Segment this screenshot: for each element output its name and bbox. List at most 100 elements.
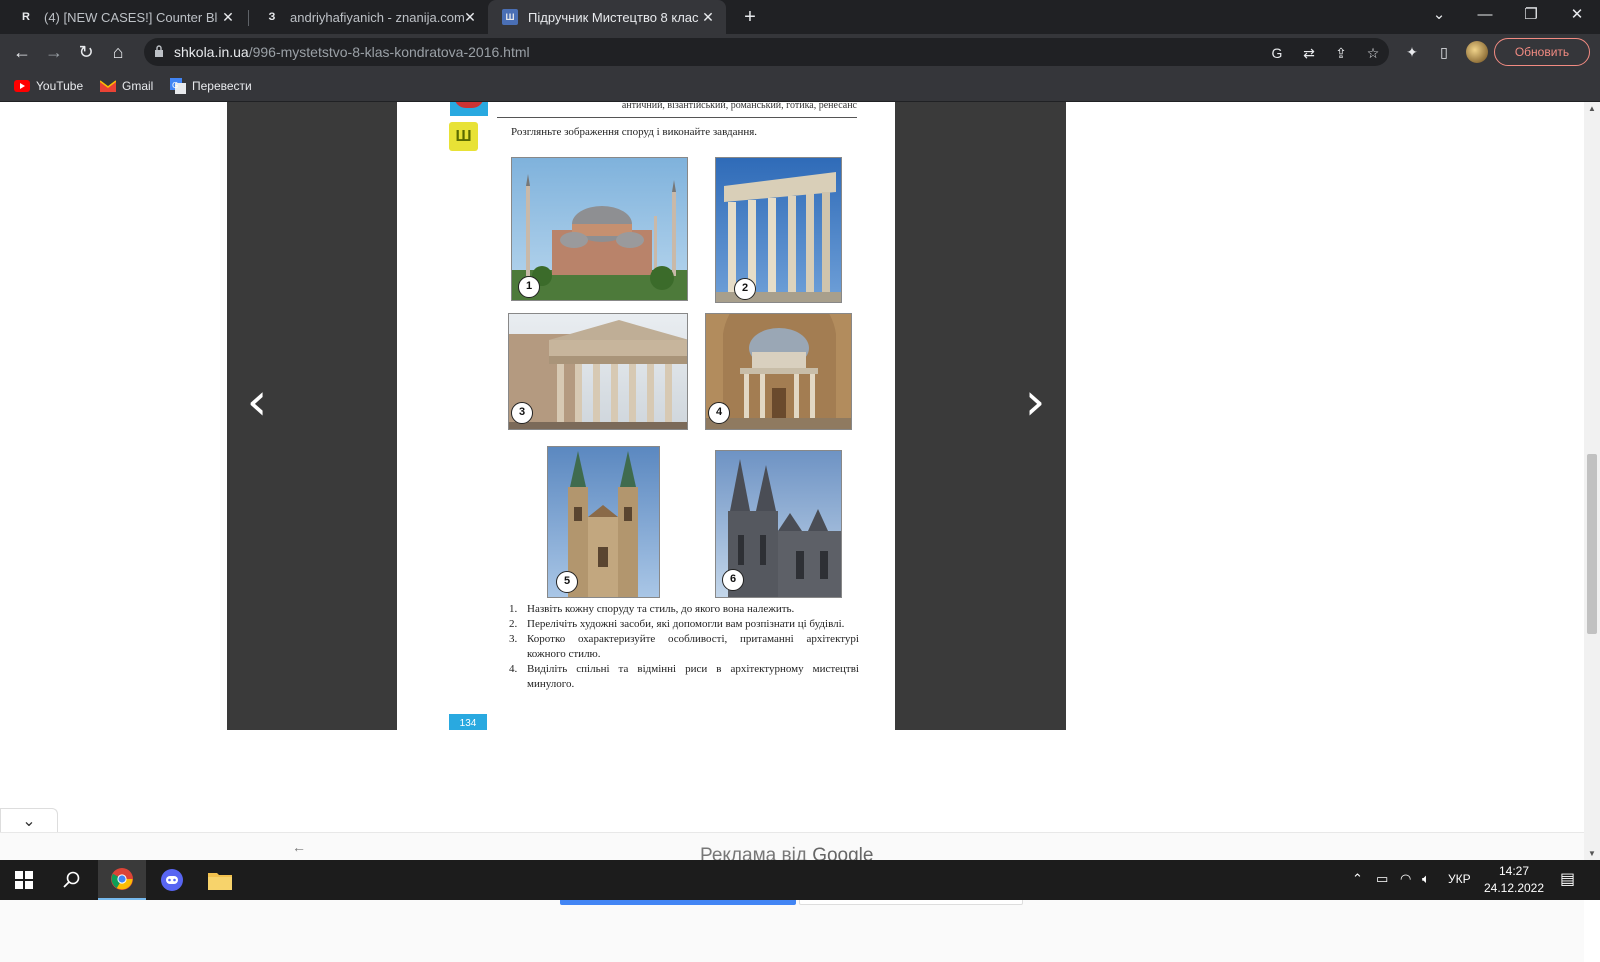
profile-avatar[interactable] (1466, 41, 1488, 63)
home-button[interactable]: ⌂ (106, 40, 130, 64)
close-icon[interactable]: ✕ (220, 9, 236, 25)
photo-cologne-cathedral: 6 (715, 450, 842, 598)
bookmark-star-icon[interactable]: ☆ (1364, 44, 1382, 62)
next-page-arrow[interactable]: › (1015, 372, 1055, 432)
bookmark-youtube[interactable]: YouTube (14, 76, 83, 96)
side-panel-icon[interactable]: ▯ (1434, 42, 1454, 62)
monument-icon: Ш (449, 122, 478, 151)
textbook-page: античний, візантійський, романський, гот… (397, 102, 895, 730)
chrome-icon (111, 868, 133, 890)
photo-number: 3 (511, 402, 533, 424)
bookmark-label: Перевести (192, 79, 252, 93)
clock[interactable]: 14:27 24.12.2022 (1480, 863, 1548, 897)
tab-strip: R (4) [NEW CASES!] Counter Blox: R ✕ З a… (0, 0, 1600, 34)
taskbar-chrome[interactable] (98, 860, 146, 900)
tab-separator (248, 10, 249, 26)
header-rule (497, 117, 857, 118)
collapse-ad-button[interactable]: ⌄ (0, 808, 58, 834)
header-text: античний, візантійський, романський, гот… (621, 102, 857, 111)
instruction-text: Розгляньте зображення споруд і виконайте… (511, 126, 758, 138)
photo-number: 5 (556, 571, 578, 593)
hagia-sophia-image (512, 174, 687, 300)
book-viewer: ‹ › античний, візантійський, романський,… (227, 102, 1066, 730)
back-button[interactable]: ← (10, 40, 34, 64)
new-tab-button[interactable]: + (738, 5, 762, 29)
svg-text:G: G (172, 81, 178, 90)
task-item: 2. Перелічіть художні засоби, які допомог… (509, 618, 845, 630)
tab-counter-blox[interactable]: R (4) [NEW CASES!] Counter Blox: R ✕ (4, 0, 246, 34)
youtube-icon (14, 78, 30, 94)
shkola-icon: Ш (502, 9, 518, 25)
clock-date: 24.12.2022 (1483, 881, 1545, 895)
forward-button[interactable]: → (42, 40, 66, 64)
pantheon-image (509, 320, 687, 429)
page-number: 134 (449, 714, 487, 730)
extensions-icon[interactable]: ✦ (1402, 42, 1422, 62)
start-button[interactable] (0, 860, 48, 900)
task-item: 1. Назвіть кожну споруду та стиль, до яко… (509, 603, 795, 615)
taskbar-file-explorer[interactable] (196, 860, 244, 900)
minimize-button[interactable]: — (1462, 0, 1508, 34)
photo-number: 1 (518, 276, 540, 298)
tab-title: Підручник Мистецтво 8 клас Ко (528, 9, 702, 25)
translate-icon[interactable]: ⇄ (1300, 44, 1318, 62)
google-lens-icon[interactable]: G (1268, 44, 1286, 62)
scroll-down-icon[interactable]: ▼ (1588, 849, 1596, 858)
photo-hagia-sophia: 1 (511, 157, 688, 301)
language-indicator[interactable]: УКР (1448, 872, 1471, 886)
search-icon (63, 871, 80, 888)
battery-icon[interactable]: ▭ (1376, 871, 1388, 887)
close-window-button[interactable]: ✕ (1554, 0, 1600, 34)
znanija-icon: З (268, 11, 276, 23)
previous-page-arrow[interactable]: ‹ (237, 372, 277, 432)
scroll-up-icon[interactable]: ▲ (1588, 104, 1596, 113)
chapter-badge (450, 102, 488, 116)
windows-taskbar: ⌃ ▭ ◠ 🔈︎ УКР 14:27 24.12.2022 ▤ (0, 860, 1600, 900)
reload-button[interactable]: ↻ (74, 40, 98, 64)
task-list: 1. Назвіть кожну споруду та стиль, до яко… (509, 602, 859, 692)
web-content: ‹ › античний, візантійський, романський,… (0, 102, 1584, 962)
share-icon[interactable]: ⇪ (1332, 44, 1350, 62)
tab-search-button[interactable]: ⌄ (1416, 0, 1462, 34)
photo-number: 2 (734, 278, 756, 300)
folder-icon (208, 873, 232, 890)
tab-znanija[interactable]: З andriyhafiyanich - znanija.com ✕ (250, 0, 488, 34)
task-item: 3. Коротко охарактеризуйте особливості, п… (509, 633, 859, 660)
back-arrow-icon[interactable]: ← (292, 839, 306, 855)
windows-logo-icon (15, 871, 33, 889)
page-scrollbar[interactable]: ▲ ▼ (1584, 102, 1600, 860)
bookmarks-bar: YouTube Gmail G Перевести (0, 70, 1600, 102)
update-button[interactable]: Обновить (1494, 38, 1590, 66)
close-icon[interactable]: ✕ (462, 9, 478, 25)
bookmark-label: YouTube (36, 79, 84, 93)
taskbar-discord[interactable] (148, 860, 196, 900)
tab-title: (4) [NEW CASES!] Counter Blox: R (44, 9, 218, 25)
clock-time: 14:27 (1498, 864, 1530, 878)
tab-title: andriyhafiyanich - znanija.com (290, 9, 464, 25)
tray-chevron-icon[interactable]: ⌃ (1352, 871, 1363, 887)
photo-greek-temple: 2 (715, 157, 842, 303)
greek-temple-image (716, 172, 841, 302)
close-icon[interactable]: ✕ (700, 9, 716, 25)
bookmark-translate[interactable]: G Перевести (170, 76, 252, 96)
lock-icon (155, 45, 163, 57)
roblox-icon: R (22, 11, 30, 23)
photo-number: 4 (708, 402, 730, 424)
search-button[interactable] (48, 860, 96, 900)
address-bar[interactable]: shkola.in.ua/996-mystetstvo-8-klas-kondr… (144, 38, 1389, 66)
bookmark-label: Gmail (122, 79, 154, 93)
url-text: shkola.in.ua/996-mystetstvo-8-klas-kondr… (174, 44, 530, 60)
bookmark-gmail[interactable]: Gmail (100, 76, 153, 96)
photo-number: 6 (722, 569, 744, 591)
notifications-icon[interactable]: ▤ (1560, 869, 1575, 889)
scrollbar-thumb[interactable] (1587, 454, 1597, 634)
discord-icon (161, 869, 183, 891)
photo-bamberg-cathedral: 5 (547, 446, 660, 598)
tab-shkola[interactable]: Ш Підручник Мистецтво 8 клас Ко ✕ (488, 0, 726, 34)
restore-button[interactable]: ❐ (1508, 0, 1554, 34)
task-item: 4. Виділіть спільні та відмінні риси в ар… (509, 663, 859, 690)
browser-toolbar: ← → ↻ ⌂ shkola.in.ua/996-mystetstvo-8-kl… (0, 34, 1600, 70)
photo-pantheon: 3 (508, 313, 688, 430)
volume-icon[interactable]: 🔈︎ (1422, 871, 1430, 887)
network-icon[interactable]: ◠ (1400, 871, 1411, 887)
